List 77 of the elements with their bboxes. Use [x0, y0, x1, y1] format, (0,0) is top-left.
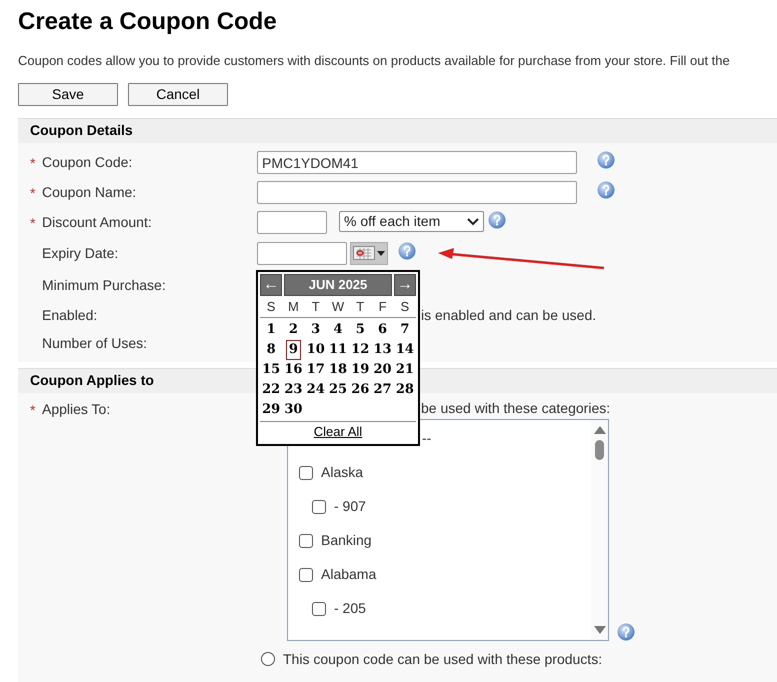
next-month-button[interactable]: → — [394, 274, 416, 296]
category-label: - 205 — [334, 599, 366, 618]
page-title: Create a Coupon Code — [17, 7, 278, 36]
help-icon[interactable] — [597, 181, 615, 199]
required-marker: * — [30, 156, 36, 170]
calendar-icon — [353, 246, 375, 260]
field-label: Enabled: — [42, 306, 98, 325]
date-field[interactable] — [257, 242, 347, 264]
category-checkbox[interactable] — [299, 466, 313, 480]
calendar-day[interactable]: 11 — [326, 340, 350, 360]
category-label: - 907 — [334, 497, 366, 516]
category-checkbox[interactable] — [299, 534, 313, 548]
help-icon[interactable] — [488, 211, 506, 229]
weekday-label: S — [400, 298, 410, 316]
calendar-day[interactable]: 5 — [352, 320, 368, 340]
calendar-day[interactable]: 8 — [264, 340, 279, 360]
section-header: Coupon Details — [18, 118, 777, 142]
calendar-day[interactable]: 14 — [392, 340, 417, 360]
required-marker: * — [30, 186, 36, 200]
weekday-label: F — [378, 298, 388, 316]
calendar-button[interactable] — [350, 242, 388, 264]
scroll-up-icon[interactable] — [594, 426, 606, 434]
field-label: Minimum Purchase: — [42, 276, 166, 294]
calendar-day[interactable]: 9 — [286, 340, 301, 360]
category-checkbox[interactable] — [312, 500, 326, 514]
calendar-day[interactable]: 13 — [370, 340, 395, 360]
category-label: Alabama — [321, 565, 376, 584]
discount-type-select[interactable]: % off each item — [339, 211, 484, 232]
products-option-text: This coupon code can be used with these products: — [283, 650, 602, 669]
amount-field[interactable] — [257, 211, 327, 234]
calendar-day[interactable]: 1 — [264, 320, 279, 340]
calendar-day[interactable]: 30 — [281, 400, 306, 420]
products-radio[interactable] — [261, 652, 275, 666]
month-title: JUN 2025 — [284, 274, 392, 296]
save-button[interactable]: Save — [18, 82, 118, 106]
weekday-label: T — [355, 298, 366, 316]
previous-month-button[interactable]: ← — [260, 274, 282, 296]
help-icon[interactable] — [398, 242, 416, 260]
cancel-button[interactable]: Cancel — [128, 82, 228, 106]
required-marker: * — [30, 402, 36, 416]
weekday-label: W — [330, 298, 346, 316]
calendar-day[interactable]: 12 — [348, 340, 372, 360]
categories-option-text: be used with these categories: — [421, 400, 612, 416]
field-label: Coupon Code: — [42, 153, 132, 172]
required-marker: * — [30, 216, 36, 230]
field-label: Discount Amount: — [42, 213, 152, 232]
weekday-label: T — [310, 298, 321, 316]
chevron-down-icon — [467, 218, 479, 226]
category-checkbox[interactable] — [312, 602, 326, 616]
weekday-label: M — [287, 298, 300, 316]
list-heading: -- — [422, 429, 432, 448]
weekday-label: S — [266, 298, 276, 316]
help-icon[interactable] — [597, 151, 615, 169]
field-label: Coupon Name: — [42, 183, 136, 202]
enabled-text: is enabled and can be used. — [421, 306, 596, 325]
field-label: Expiry Date: — [42, 244, 118, 263]
calendar-day[interactable]: 3 — [308, 320, 324, 340]
field-label: Number of Uses: — [42, 334, 148, 353]
calendar-day[interactable]: 10 — [304, 340, 328, 360]
category-label: Alaska — [321, 463, 364, 482]
calendar-day[interactable]: 7 — [397, 320, 412, 340]
page-description: Coupon codes allow you to provide customers with discounts on products available for purchase from your store. Fill out the — [17, 52, 731, 70]
text-field[interactable]: PMC1YDOM41 — [257, 151, 577, 174]
scroll-down-icon[interactable] — [594, 626, 606, 634]
field-label: Applies To: — [42, 400, 110, 419]
calendar-day[interactable]: 29 — [259, 400, 284, 420]
caret-icon — [377, 250, 385, 256]
calendar-day[interactable]: 2 — [286, 320, 301, 340]
calendar-day[interactable]: 6 — [375, 320, 390, 340]
calendar-day[interactable]: 4 — [330, 320, 346, 340]
clear-all-link[interactable]: Clear All — [314, 422, 362, 442]
scrollbar[interactable] — [591, 420, 608, 640]
category-label: Banking — [321, 531, 372, 550]
text-field[interactable] — [257, 181, 577, 204]
help-icon[interactable] — [617, 622, 635, 640]
category-checkbox[interactable] — [299, 568, 313, 582]
scroll-thumb[interactable] — [595, 440, 604, 460]
